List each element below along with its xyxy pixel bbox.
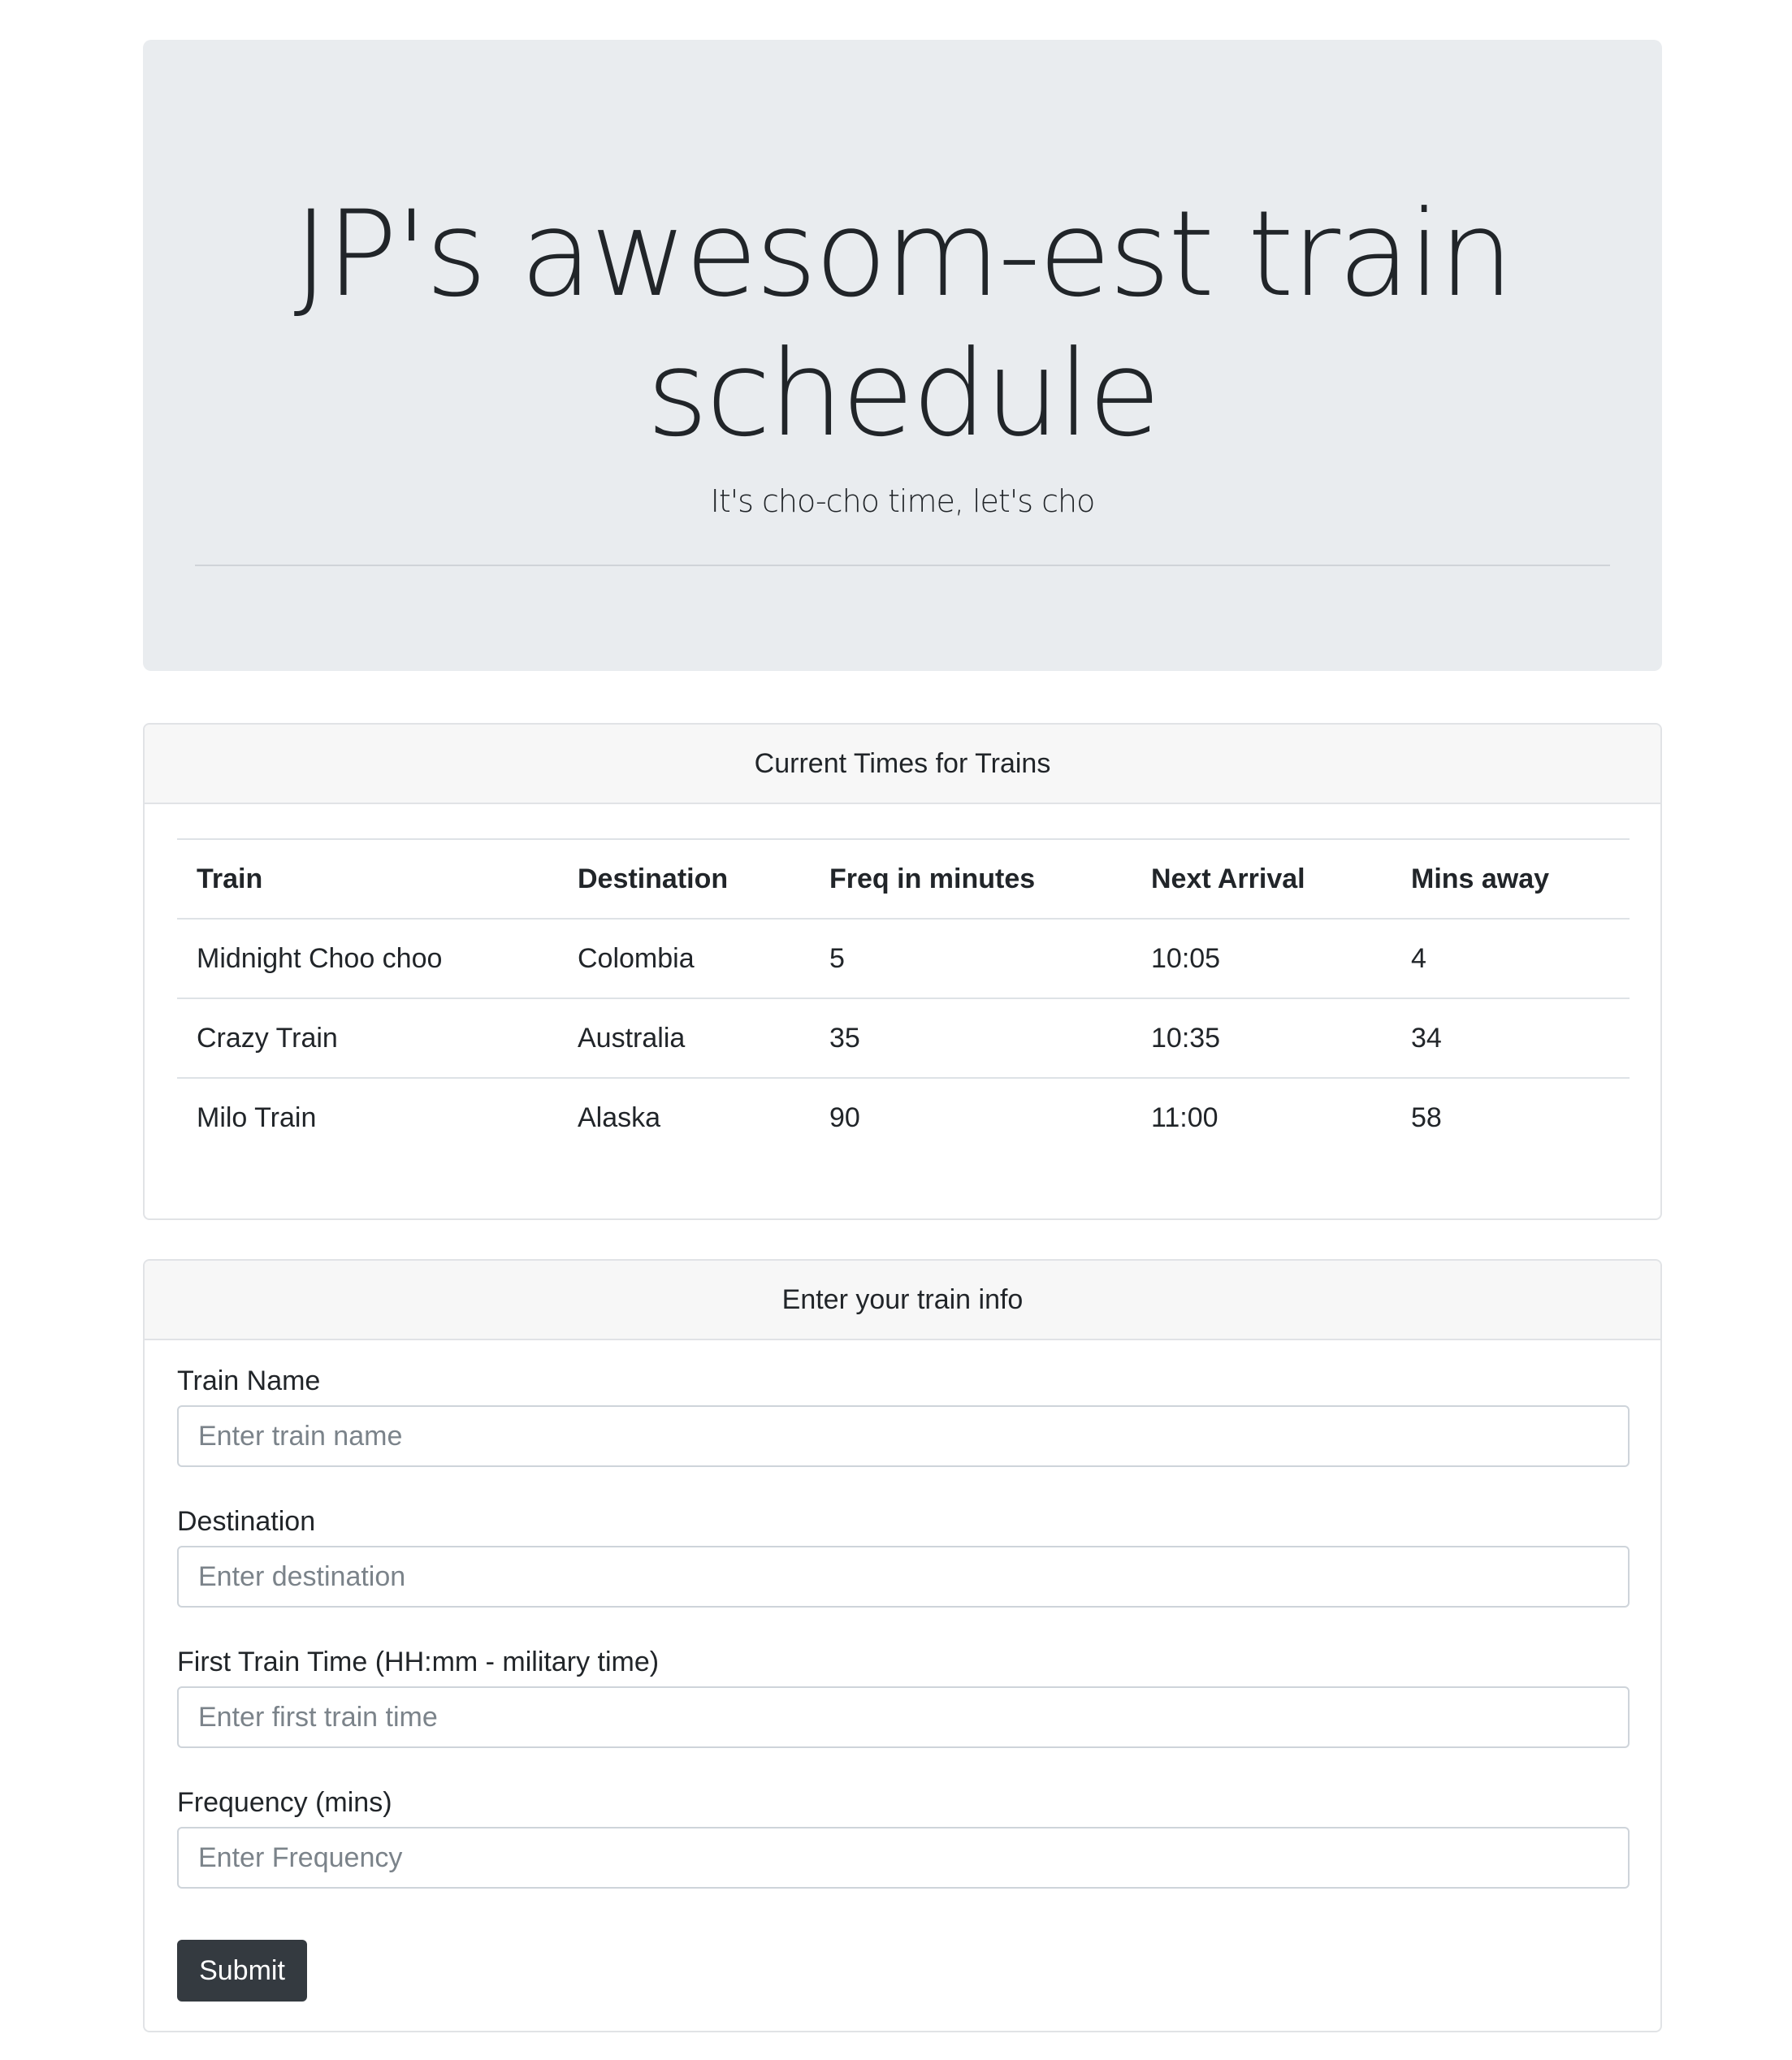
first-train-time-label: First Train Time (HH:mm - military time) xyxy=(177,1647,660,1677)
cell-train: Midnight Choo choo xyxy=(177,918,558,998)
column-header-next-arrival: Next Arrival xyxy=(1132,838,1392,920)
submit-button[interactable]: Submit xyxy=(177,1940,307,2002)
cell-next-arrival: 10:35 xyxy=(1132,998,1392,1078)
page-title: JP's awesom-est train schedule xyxy=(143,184,1662,464)
form-group-train-name: Train Name xyxy=(177,1340,1630,1481)
column-header-frequency: Freq in minutes xyxy=(810,838,1132,920)
cell-train: Crazy Train xyxy=(177,998,558,1078)
cell-destination: Australia xyxy=(558,998,810,1078)
cell-mins-away: 58 xyxy=(1392,1077,1630,1158)
header-divider xyxy=(195,565,1610,566)
frequency-label: Frequency (mins) xyxy=(177,1787,392,1818)
first-train-time-input[interactable] xyxy=(177,1686,1630,1748)
page-title-line-2: schedule xyxy=(646,325,1161,463)
schedule-card-header: Current Times for Trains xyxy=(145,725,1660,804)
cell-next-arrival: 10:05 xyxy=(1132,918,1392,998)
train-name-input[interactable] xyxy=(177,1405,1630,1467)
train-form: Train Name Destination First Train Time … xyxy=(177,1340,1630,1902)
page-subtitle: It's cho-cho time, let's cho xyxy=(710,483,1096,519)
table-row: Midnight Choo choo Colombia 5 10:05 4 xyxy=(177,918,1630,998)
jumbotron-header: JP's awesom-est train schedule It's cho-… xyxy=(143,40,1662,671)
train-form-card-header: Enter your train info xyxy=(145,1261,1660,1340)
cell-mins-away: 4 xyxy=(1392,918,1630,998)
cell-frequency: 5 xyxy=(810,918,1132,998)
table-row: Milo Train Alaska 90 11:00 58 xyxy=(177,1077,1630,1158)
form-group-destination: Destination xyxy=(177,1481,1630,1621)
form-group-first-train-time: First Train Time (HH:mm - military time) xyxy=(177,1621,1630,1762)
page: JP's awesom-est train schedule It's cho-… xyxy=(0,0,1792,2060)
train-name-label: Train Name xyxy=(177,1365,321,1396)
column-header-train: Train xyxy=(177,838,558,920)
column-header-mins-away: Mins away xyxy=(1392,838,1630,920)
cell-frequency: 35 xyxy=(810,998,1132,1078)
column-header-destination: Destination xyxy=(558,838,810,920)
page-title-line-1: JP's awesom-est train xyxy=(293,185,1513,323)
cell-destination: Alaska xyxy=(558,1077,810,1158)
cell-destination: Colombia xyxy=(558,918,810,998)
cell-frequency: 90 xyxy=(810,1077,1132,1158)
schedule-table: Train Destination Freq in minutes Next A… xyxy=(177,838,1630,1158)
form-group-frequency: Frequency (mins) xyxy=(177,1762,1630,1902)
cell-mins-away: 34 xyxy=(1392,998,1630,1078)
destination-input[interactable] xyxy=(177,1546,1630,1608)
frequency-input[interactable] xyxy=(177,1827,1630,1889)
table-header-row: Train Destination Freq in minutes Next A… xyxy=(177,838,1630,920)
cell-train: Milo Train xyxy=(177,1077,558,1158)
schedule-card: Current Times for Trains Train Destinati… xyxy=(143,723,1662,1220)
table-row: Crazy Train Australia 35 10:35 34 xyxy=(177,998,1630,1078)
destination-label: Destination xyxy=(177,1506,316,1537)
train-form-card: Enter your train info Train Name Destina… xyxy=(143,1259,1662,2032)
cell-next-arrival: 11:00 xyxy=(1132,1077,1392,1158)
